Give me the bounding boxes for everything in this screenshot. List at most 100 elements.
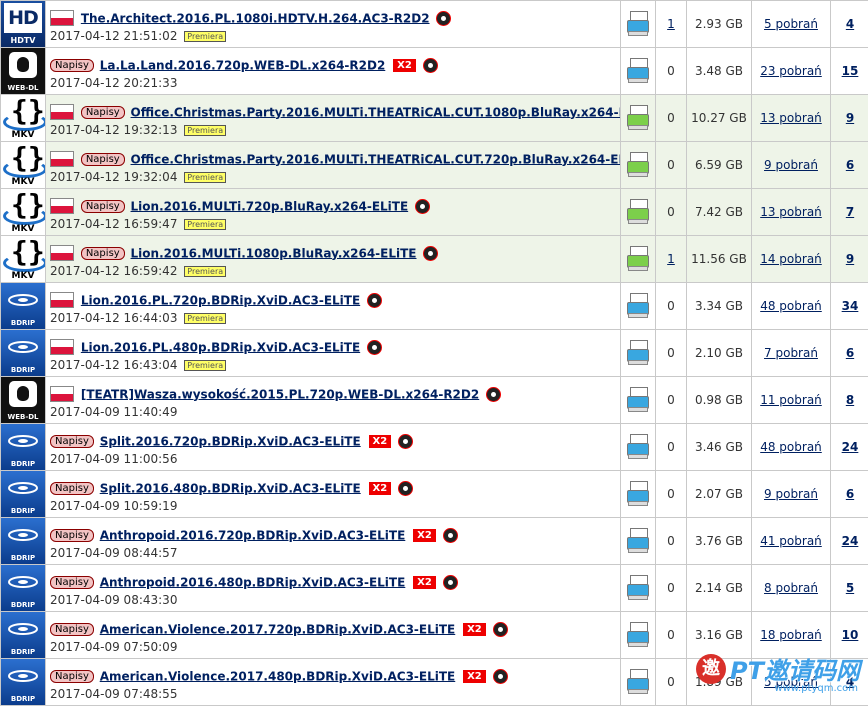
film-reel-icon[interactable]: [423, 58, 438, 73]
film-reel-icon[interactable]: [367, 293, 382, 308]
torrent-table: HDHDTV The.Architect.2016.PL.1080i.HDTV.…: [0, 0, 868, 706]
film-reel-icon[interactable]: [367, 340, 382, 355]
seeders-link[interactable]: 34: [842, 299, 859, 313]
download-icon[interactable]: [627, 481, 649, 505]
seeders-link[interactable]: 4: [846, 17, 854, 31]
category-bdrip-icon[interactable]: BDRIP: [1, 330, 45, 376]
torrent-name-link[interactable]: [TEATR]Wasza.wysokość.2015.PL.720p.WEB-D…: [81, 387, 479, 401]
torrent-name-link[interactable]: Lion.2016.MULTi.1080p.BluRay.x264-ELiTE: [131, 246, 417, 260]
name-cell: Lion.2016.PL.480p.BDRip.XviD.AC3-ELiTE 2…: [46, 330, 621, 377]
seeders-link[interactable]: 24: [842, 440, 859, 454]
snatched-link[interactable]: 18 pobrań: [760, 628, 822, 642]
torrent-name-link[interactable]: Office.Christmas.Party.2016.MULTi.THEATR…: [131, 152, 621, 166]
size-value: 3.16 GB: [695, 628, 743, 642]
download-icon[interactable]: [627, 246, 649, 270]
seeders-cell: 24: [831, 424, 868, 471]
film-reel-icon[interactable]: [436, 11, 451, 26]
category-bdrip-icon[interactable]: BDRIP: [1, 283, 45, 329]
seeders-link[interactable]: 6: [846, 346, 854, 360]
download-icon[interactable]: [627, 387, 649, 411]
torrent-name-link[interactable]: Anthropoid.2016.720p.BDRip.XviD.AC3-ELiT…: [100, 528, 406, 542]
category-cell: BDRIP: [1, 565, 46, 612]
snatched-link[interactable]: 48 pobrań: [760, 440, 822, 454]
download-icon[interactable]: [627, 58, 649, 82]
film-reel-icon[interactable]: [398, 481, 413, 496]
snatched-link[interactable]: 41 pobrań: [760, 534, 822, 548]
film-reel-icon[interactable]: [493, 622, 508, 637]
seeders-cell: 4: [831, 1, 868, 48]
category-mkv-icon[interactable]: {}MKV: [1, 142, 45, 188]
category-bdrip-icon[interactable]: BDRIP: [1, 612, 45, 658]
category-bdrip-icon[interactable]: BDRIP: [1, 471, 45, 517]
category-mkv-icon[interactable]: {}MKV: [1, 236, 45, 282]
download-icon[interactable]: [627, 528, 649, 552]
seeders-link[interactable]: 8: [846, 393, 854, 407]
comments-cell: 0: [656, 377, 687, 424]
film-reel-icon[interactable]: [415, 199, 430, 214]
seeders-link[interactable]: 9: [846, 111, 854, 125]
snatched-link[interactable]: 9 pobrań: [764, 158, 818, 172]
snatched-link[interactable]: 11 pobrań: [760, 393, 822, 407]
category-hdtv-icon[interactable]: HDHDTV: [1, 1, 45, 47]
size-cell: 2.10 GB: [687, 330, 752, 377]
film-reel-icon[interactable]: [398, 434, 413, 449]
film-reel-icon[interactable]: [443, 575, 458, 590]
download-icon[interactable]: [627, 105, 649, 129]
seeders-link[interactable]: 10: [842, 628, 859, 642]
torrent-name-link[interactable]: Split.2016.480p.BDRip.XviD.AC3-ELiTE: [100, 481, 361, 495]
snatched-link[interactable]: 13 pobrań: [760, 205, 822, 219]
seeders-link[interactable]: 5: [846, 581, 854, 595]
seeders-link[interactable]: 6: [846, 158, 854, 172]
download-icon[interactable]: [627, 199, 649, 223]
film-reel-icon[interactable]: [443, 528, 458, 543]
polish-flag-icon: [50, 386, 74, 402]
download-icon[interactable]: [627, 11, 649, 35]
seeders-link[interactable]: 6: [846, 487, 854, 501]
category-mkv-icon[interactable]: {}MKV: [1, 95, 45, 141]
download-icon[interactable]: [627, 669, 649, 693]
snatched-link[interactable]: 13 pobrań: [760, 111, 822, 125]
seeders-link[interactable]: 15: [842, 64, 859, 78]
category-mkv-icon[interactable]: {}MKV: [1, 189, 45, 235]
snatched-link[interactable]: 5 pobrań: [764, 17, 818, 31]
seeders-link[interactable]: 7: [846, 205, 854, 219]
torrent-name-link[interactable]: Split.2016.720p.BDRip.XviD.AC3-ELiTE: [100, 434, 361, 448]
torrent-name-link[interactable]: American.Violence.2017.720p.BDRip.XviD.A…: [100, 622, 456, 636]
torrent-name-link[interactable]: La.La.Land.2016.720p.WEB-DL.x264-R2D2: [100, 58, 386, 72]
download-icon[interactable]: [627, 434, 649, 458]
snatched-link[interactable]: 48 pobrań: [760, 299, 822, 313]
torrent-name-link[interactable]: Lion.2016.PL.480p.BDRip.XviD.AC3-ELiTE: [81, 340, 360, 354]
category-webdl-icon[interactable]: WEB-DL: [1, 48, 45, 94]
snatched-link[interactable]: 9 pobrań: [764, 487, 818, 501]
film-reel-icon[interactable]: [423, 246, 438, 261]
torrent-name-link[interactable]: Anthropoid.2016.480p.BDRip.XviD.AC3-ELiT…: [100, 575, 406, 589]
download-icon[interactable]: [627, 340, 649, 364]
download-icon[interactable]: [627, 575, 649, 599]
category-bdrip-icon[interactable]: BDRIP: [1, 659, 45, 705]
category-bdrip-icon[interactable]: BDRIP: [1, 565, 45, 611]
category-webdl-icon[interactable]: WEB-DL: [1, 377, 45, 423]
torrent-name-link[interactable]: American.Violence.2017.480p.BDRip.XviD.A…: [100, 669, 456, 683]
torrent-name-link[interactable]: Office.Christmas.Party.2016.MULTi.THEATR…: [131, 105, 621, 119]
comments-link[interactable]: 1: [667, 252, 675, 266]
download-cell: [621, 471, 656, 518]
torrent-name-link[interactable]: Lion.2016.MULTi.720p.BluRay.x264-ELiTE: [131, 199, 409, 213]
premiera-badge: Premiera: [184, 125, 226, 136]
seeders-link[interactable]: 9: [846, 252, 854, 266]
film-reel-icon[interactable]: [486, 387, 501, 402]
comments-link[interactable]: 1: [667, 17, 675, 31]
snatched-link[interactable]: 23 pobrań: [760, 64, 822, 78]
snatched-link[interactable]: 7 pobrań: [764, 346, 818, 360]
snatched-link[interactable]: 8 pobrań: [764, 581, 818, 595]
category-bdrip-icon[interactable]: BDRIP: [1, 424, 45, 470]
category-label: BDRIP: [1, 507, 45, 515]
download-icon[interactable]: [627, 293, 649, 317]
category-bdrip-icon[interactable]: BDRIP: [1, 518, 45, 564]
film-reel-icon[interactable]: [493, 669, 508, 684]
torrent-name-link[interactable]: Lion.2016.PL.720p.BDRip.XviD.AC3-ELiTE: [81, 293, 360, 307]
snatched-link[interactable]: 14 pobrań: [760, 252, 822, 266]
torrent-name-link[interactable]: The.Architect.2016.PL.1080i.HDTV.H.264.A…: [81, 11, 430, 25]
download-icon[interactable]: [627, 152, 649, 176]
seeders-link[interactable]: 24: [842, 534, 859, 548]
download-icon[interactable]: [627, 622, 649, 646]
